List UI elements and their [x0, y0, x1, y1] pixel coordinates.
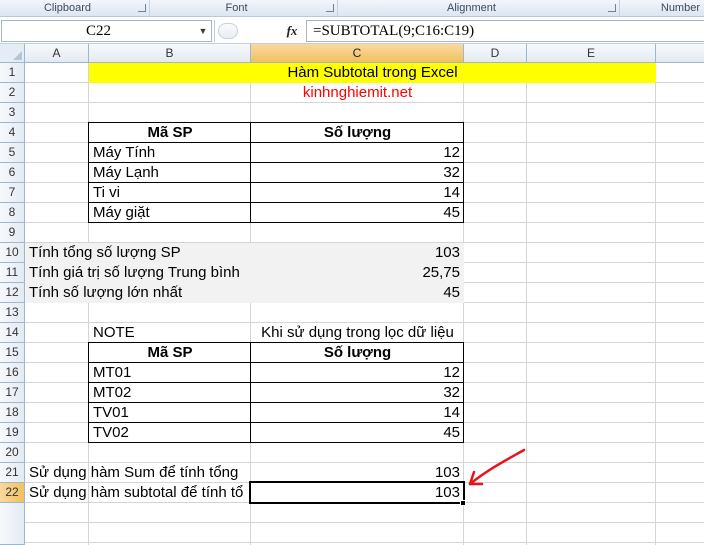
table1-divider — [88, 202, 464, 203]
ribbon-group-number-label: Number — [660, 2, 700, 14]
gridline — [25, 522, 704, 523]
row-header-15[interactable]: 15 — [0, 343, 25, 363]
table1-product-cell[interactable]: Máy Tính — [89, 143, 251, 163]
row-header-22[interactable]: 22 — [0, 483, 25, 503]
calc-value-cell[interactable]: 103 — [251, 243, 464, 263]
select-all-icon[interactable] — [0, 44, 25, 63]
row-header-16[interactable]: 16 — [0, 363, 25, 383]
table1-header-product[interactable]: Mã SP — [89, 123, 251, 143]
note-text-cell[interactable]: Khi sử dụng trong lọc dữ liệu — [251, 323, 464, 343]
ribbon-group-alignment-label: Alignment — [447, 2, 496, 14]
row-header-23[interactable] — [0, 503, 25, 545]
row-header-7[interactable]: 7 — [0, 183, 25, 203]
row-header-9[interactable]: 9 — [0, 223, 25, 243]
row-header-17[interactable]: 17 — [0, 383, 25, 403]
ribbon-group-number: Number — [620, 0, 704, 17]
row-header-10[interactable]: 10 — [0, 243, 25, 263]
row-header-20[interactable]: 20 — [0, 443, 25, 463]
formula-bar: C22 ▼ fx =SUBTOTAL(9;C16:C19) — [0, 18, 704, 44]
ribbon-group-font-label: Font — [225, 2, 248, 14]
row-header-11[interactable]: 11 — [0, 263, 25, 283]
row-header-14[interactable]: 14 — [0, 323, 25, 343]
column-header-c[interactable]: C — [251, 44, 464, 63]
table1-qty-cell[interactable]: 45 — [251, 203, 464, 223]
table2-divider — [250, 342, 251, 443]
worksheet-grid[interactable]: A B C D E 1 2 3 4 5 6 7 8 9 10 11 12 13 … — [0, 44, 704, 545]
table2-product-cell[interactable]: MT01 — [89, 363, 251, 383]
table1-product-cell[interactable]: Máy giặt — [89, 203, 251, 223]
font-dialog-launcher-icon[interactable] — [326, 4, 334, 12]
ribbon-group-clipboard-label: Clipboard — [43, 2, 92, 14]
calc-label-cell[interactable]: Tính số lượng lớn nhất — [25, 283, 251, 303]
ribbon-group-clipboard: Clipboard — [0, 0, 150, 17]
fill-handle[interactable] — [460, 500, 466, 506]
table1-qty-cell[interactable]: 14 — [251, 183, 464, 203]
gridline — [25, 542, 704, 543]
table2-product-cell[interactable]: MT02 — [89, 383, 251, 403]
ribbon-group-alignment: Alignment — [338, 0, 620, 17]
table2-divider — [88, 362, 464, 363]
formula-input[interactable]: =SUBTOTAL(9;C16:C19) — [306, 20, 704, 42]
row-header-8[interactable]: 8 — [0, 203, 25, 223]
calc-label-cell[interactable]: Tính tổng số lượng SP — [25, 243, 251, 263]
row-header-2[interactable]: 2 — [0, 83, 25, 103]
row-header-4[interactable]: 4 — [0, 123, 25, 143]
table1-qty-cell[interactable]: 12 — [251, 143, 464, 163]
table2-qty-cell[interactable]: 45 — [251, 423, 464, 443]
table2-qty-cell[interactable]: 14 — [251, 403, 464, 423]
table2-qty-cell[interactable]: 12 — [251, 363, 464, 383]
column-header-d[interactable]: D — [464, 44, 527, 63]
table1-divider — [88, 142, 464, 143]
gridline — [655, 63, 656, 545]
column-header-a[interactable]: A — [25, 44, 89, 63]
table2-qty-cell[interactable]: 32 — [251, 383, 464, 403]
row-header-3[interactable]: 3 — [0, 103, 25, 123]
row-header-1[interactable]: 1 — [0, 63, 25, 83]
calc-value-cell[interactable]: 25,75 — [251, 263, 464, 283]
name-box-dropdown-icon[interactable]: ▼ — [196, 21, 210, 41]
table2-divider — [88, 382, 464, 383]
sum-label-cell[interactable]: Sử dụng hàm Sum để tính tổng — [25, 463, 251, 483]
calc-label-cell[interactable]: Tính giá trị số lượng Trung bình — [25, 263, 251, 283]
table1-qty-cell[interactable]: 32 — [251, 163, 464, 183]
table1-divider — [88, 162, 464, 163]
row-header-18[interactable]: 18 — [0, 403, 25, 423]
name-box[interactable]: C22 — [1, 20, 212, 42]
table1-header-qty[interactable]: Số lượng — [251, 123, 464, 143]
row-header-13[interactable]: 13 — [0, 303, 25, 323]
title-cell[interactable]: Hàm Subtotal trong Excel — [89, 63, 656, 83]
table1-product-cell[interactable]: Ti vi — [89, 183, 251, 203]
row-header-19[interactable]: 19 — [0, 423, 25, 443]
table1-divider — [250, 122, 251, 223]
calc-value-cell[interactable]: 45 — [251, 283, 464, 303]
subtotal-label-cell[interactable]: Sử dụng hàm subtotal để tính tổ — [25, 483, 251, 503]
table2-header-product[interactable]: Mã SP — [89, 343, 251, 363]
row-header-21[interactable]: 21 — [0, 463, 25, 483]
table2-product-cell[interactable]: TV01 — [89, 403, 251, 423]
sum-value-cell[interactable]: 103 — [251, 463, 464, 483]
table2-divider — [88, 422, 464, 423]
ribbon-group-bar: Clipboard Font Alignment Number — [0, 0, 704, 17]
table1-divider — [88, 182, 464, 183]
gridline — [526, 63, 527, 545]
column-header-f[interactable] — [656, 44, 704, 63]
alignment-dialog-launcher-icon[interactable] — [608, 4, 616, 12]
website-cell[interactable]: kinhnghiemit.net — [251, 83, 464, 103]
table2-header-qty[interactable]: Số lượng — [251, 343, 464, 363]
row-header-12[interactable]: 12 — [0, 283, 25, 303]
row-header-6[interactable]: 6 — [0, 163, 25, 183]
note-label-cell[interactable]: NOTE — [89, 323, 251, 343]
column-header-e[interactable]: E — [527, 44, 656, 63]
table2-product-cell[interactable]: TV02 — [89, 423, 251, 443]
clipboard-dialog-launcher-icon[interactable] — [138, 4, 146, 12]
row-header-5[interactable]: 5 — [0, 143, 25, 163]
insert-function-icon[interactable]: fx — [281, 21, 303, 41]
table2-divider — [88, 402, 464, 403]
active-cell-selection[interactable] — [249, 481, 465, 504]
table1-product-cell[interactable]: Máy Lạnh — [89, 163, 251, 183]
column-header-b[interactable]: B — [89, 44, 251, 63]
ribbon-group-font: Font — [150, 0, 338, 17]
formula-bar-handle-icon[interactable] — [218, 23, 238, 39]
